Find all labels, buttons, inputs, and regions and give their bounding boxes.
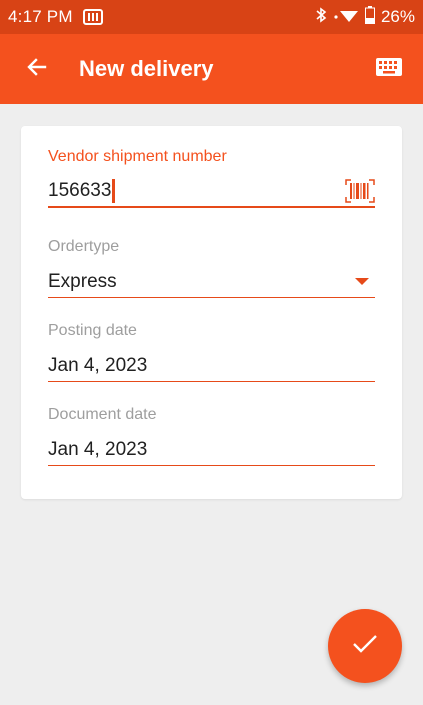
document-date-input[interactable]: Jan 4, 2023: [48, 434, 375, 466]
document-date-value: Jan 4, 2023: [48, 438, 148, 460]
bluetooth-icon: [315, 6, 327, 28]
vendor-shipment-label: Vendor shipment number: [48, 148, 227, 165]
vendor-shipment-input[interactable]: 156633: [48, 176, 375, 208]
battery-icon: [364, 5, 375, 29]
status-icons: 26%: [315, 5, 415, 29]
dropdown-arrow-icon: [355, 278, 369, 285]
posting-date-input[interactable]: Jan 4, 2023: [48, 350, 375, 382]
status-bar: 4:17 PM 26%: [0, 0, 423, 34]
vendor-shipment-field: Vendor shipment number 156633: [48, 148, 375, 208]
keyboard-icon: [376, 57, 402, 81]
page-title: New delivery: [79, 56, 214, 81]
check-icon: [352, 634, 378, 659]
ordertype-label: Ordertype: [48, 238, 120, 255]
document-date-field: Document date Jan 4, 2023: [48, 406, 375, 466]
app-bar: New delivery: [0, 34, 423, 104]
ordertype-field: Ordertype Express: [48, 238, 375, 298]
status-time: 4:17 PM: [8, 7, 73, 26]
text-cursor: [112, 179, 116, 203]
ordertype-select[interactable]: Express: [48, 266, 375, 298]
vendor-shipment-value: 156633: [48, 180, 112, 201]
posting-date-label: Posting date: [48, 322, 137, 339]
wifi-icon: [333, 7, 359, 28]
posting-date-value: Jan 4, 2023: [48, 354, 148, 376]
battery-percent: 26%: [380, 7, 415, 26]
arrow-back-icon: [25, 55, 49, 84]
sim-card-icon: [82, 9, 103, 25]
ordertype-value: Express: [48, 270, 117, 292]
delivery-form-card: Vendor shipment number 156633 Ordertype …: [21, 126, 402, 499]
document-date-label: Document date: [48, 406, 157, 423]
barcode-scan-icon[interactable]: [345, 179, 375, 203]
posting-date-field: Posting date Jan 4, 2023: [48, 322, 375, 382]
back-button[interactable]: [13, 45, 61, 93]
confirm-button[interactable]: [328, 609, 402, 683]
keyboard-button[interactable]: [369, 49, 409, 89]
